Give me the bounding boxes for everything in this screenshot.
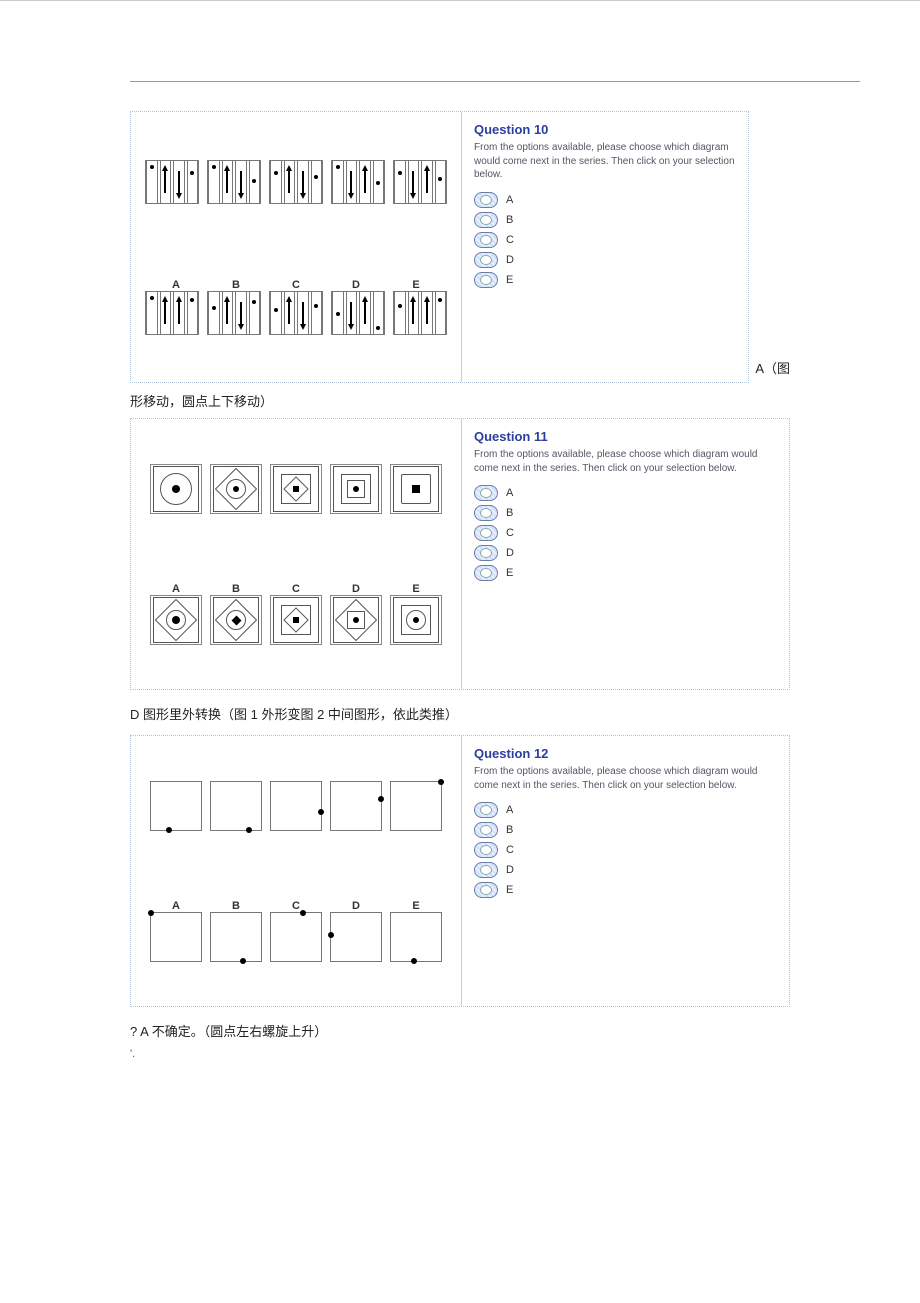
option-d[interactable]: D — [474, 252, 736, 268]
radio-icon — [474, 842, 498, 858]
diagram-area-q11: A B C D E — [131, 419, 462, 689]
option-b[interactable]: B — [474, 505, 777, 521]
letter: B — [210, 279, 262, 291]
radio-icon — [474, 485, 498, 501]
option-label: C — [506, 527, 514, 539]
radio-icon — [474, 505, 498, 521]
option-label: D — [506, 254, 514, 266]
option-e[interactable]: E — [474, 882, 777, 898]
diagram-area-q12: A B C D E — [131, 736, 462, 1006]
answer-trailing-text: A（图 — [755, 358, 790, 377]
diagram-area-q10: A B C D E — [131, 112, 462, 382]
option-e[interactable]: E — [474, 272, 736, 288]
answer-note-q11: D 图形里外转换（图 1 外形变图 2 中间图形，依此类推） — [130, 704, 790, 723]
letter: A — [150, 900, 202, 912]
radio-icon — [474, 252, 498, 268]
question-block-10: A B C D E — [130, 111, 749, 383]
question-title: Question 10 — [474, 122, 736, 137]
option-label: E — [506, 884, 513, 896]
q11-series-row — [137, 464, 455, 514]
option-label: C — [506, 234, 514, 246]
question-panel-q11: Question 11 From the options available, … — [462, 419, 789, 593]
option-label: A — [506, 194, 513, 206]
option-d[interactable]: D — [474, 862, 777, 878]
letter: E — [390, 279, 442, 291]
letter: D — [330, 900, 382, 912]
page-top-rule — [130, 81, 860, 82]
question-panel-q12: Question 12 From the options available, … — [462, 736, 789, 910]
q11-letter-row: A B C D E — [150, 583, 442, 595]
option-c[interactable]: C — [474, 525, 777, 541]
option-label: D — [506, 547, 514, 559]
radio-icon — [474, 802, 498, 818]
option-label: C — [506, 844, 514, 856]
radio-icon — [474, 545, 498, 561]
option-d[interactable]: D — [474, 545, 777, 561]
question-block-12: A B C D E Question 12 — [130, 735, 790, 1007]
option-label: E — [506, 274, 513, 286]
letter: A — [150, 583, 202, 595]
option-b[interactable]: B — [474, 822, 777, 838]
radio-icon — [474, 272, 498, 288]
radio-icon — [474, 192, 498, 208]
question-title: Question 11 — [474, 429, 777, 444]
q10-series-row — [137, 160, 455, 204]
option-b[interactable]: B — [474, 212, 736, 228]
radio-icon — [474, 212, 498, 228]
radio-icon — [474, 862, 498, 878]
footer-mark: '. — [130, 1048, 135, 1060]
question-instruction: From the options available, please choos… — [474, 765, 777, 792]
option-a[interactable]: A — [474, 192, 736, 208]
letter: E — [390, 583, 442, 595]
option-c[interactable]: C — [474, 842, 777, 858]
radio-icon — [474, 822, 498, 838]
option-a[interactable]: A — [474, 485, 777, 501]
option-label: B — [506, 824, 513, 836]
letter: C — [270, 279, 322, 291]
option-c[interactable]: C — [474, 232, 736, 248]
option-label: A — [506, 487, 513, 499]
letter: C — [270, 583, 322, 595]
option-label: A — [506, 804, 513, 816]
q12-answers-row — [150, 912, 442, 962]
radio-icon — [474, 565, 498, 581]
question-block-11: A B C D E Question 11 — [130, 418, 790, 690]
q12-series-row — [137, 781, 455, 831]
q10-answers-row — [145, 291, 447, 335]
question-panel-q10: Question 10 From the options available, … — [462, 112, 748, 300]
answer-note-q12: ? A 不确定。（圆点左右螺旋上升） — [130, 1021, 790, 1040]
option-e[interactable]: E — [474, 565, 777, 581]
q12-letter-row: A B C D E — [150, 900, 442, 912]
option-label: E — [506, 567, 513, 579]
radio-icon — [474, 882, 498, 898]
option-label: B — [506, 214, 513, 226]
radio-icon — [474, 525, 498, 541]
letter: A — [150, 279, 202, 291]
option-a[interactable]: A — [474, 802, 777, 818]
option-label: B — [506, 507, 513, 519]
letter: B — [210, 583, 262, 595]
letter: E — [390, 900, 442, 912]
letter: C — [270, 900, 322, 912]
answer-note-q10: 形移动，圆点上下移动） — [130, 391, 790, 410]
question-title: Question 12 — [474, 746, 777, 761]
letter: D — [330, 279, 382, 291]
q11-answers-row — [150, 595, 442, 645]
letter: D — [330, 583, 382, 595]
question-instruction: From the options available, please choos… — [474, 448, 777, 475]
question-instruction: From the options available, please choos… — [474, 141, 736, 182]
option-label: D — [506, 864, 514, 876]
q10-letter-row: A B C D E — [145, 279, 447, 291]
radio-icon — [474, 232, 498, 248]
letter: B — [210, 900, 262, 912]
